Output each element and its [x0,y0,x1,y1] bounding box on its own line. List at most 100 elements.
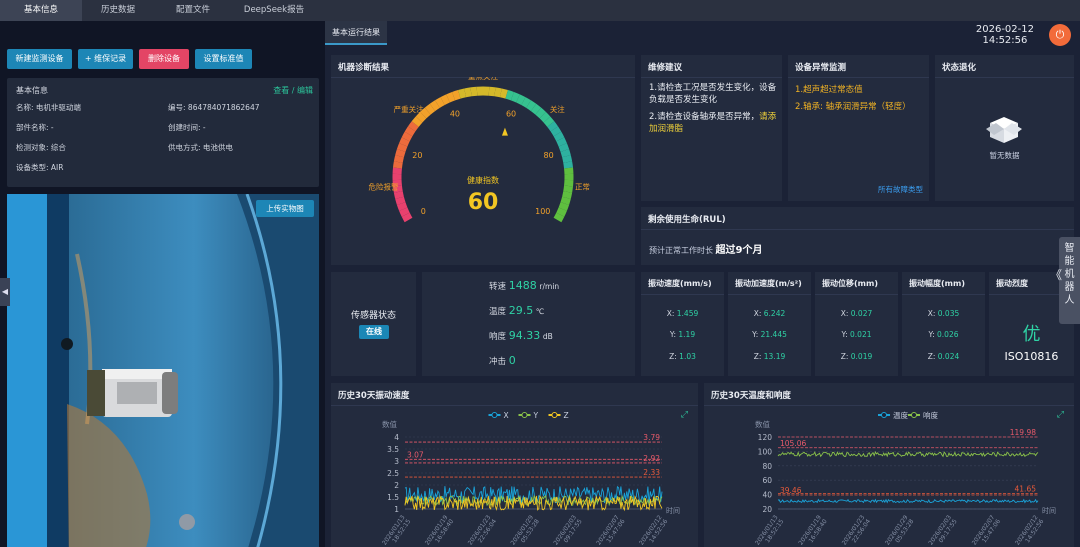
datetime-display: 2026-02-12 14:52:56 [976,24,1034,46]
y-tick-label: 1.5 [387,493,399,502]
gauge-arc-segment [395,149,406,158]
tab-history[interactable]: 历史数据 [82,0,154,21]
threshold-label: 3.79 [643,433,660,442]
collapse-left-handle[interactable]: ◀ [0,278,10,306]
gauge-tick-label: 60 [506,109,516,118]
gauge-tick-label: 80 [544,151,554,160]
gauge-arc-segment [550,126,562,137]
expand-icon[interactable]: ⤢ [1056,410,1064,420]
legend-marker [491,412,498,418]
gauge-arc-segment [558,202,570,211]
gauge-arc-segment [560,149,571,158]
threshold-label: 2.33 [643,468,660,477]
series-line-温度 [777,498,1039,504]
gauge-arc-segment [530,103,542,115]
gauge-arc-segment [470,86,478,97]
y-tick-label: 40 [762,491,772,500]
vibration-chart-title: 历史30天振动速度 [338,391,410,401]
vib-displacement-z: Z: 0.019 [840,352,873,361]
loudness-reading: 响度 94.33 dB [489,329,553,342]
legend-label: Y [533,411,539,420]
maintenance-record-button[interactable]: + 维保记录 [78,49,133,69]
vib-velocity-z: Z: 1.03 [669,352,696,361]
y-tick-label: 1 [394,505,399,514]
gauge-arc-segment [547,121,559,132]
smart-robot-tab[interactable]: 《 智 能 机 器 人 [1050,237,1080,324]
y-tick-label: 120 [758,433,773,442]
legend-marker [911,412,917,418]
top-tabs: 基本信息 历史数据 配置文件 DeepSeek报告 [0,0,1080,21]
y-tick-label: 3.5 [387,445,399,454]
tab-basic-run-result[interactable]: 基本运行结果 [325,21,387,45]
set-standard-button[interactable]: 设置标准值 [195,49,252,69]
gauge-tick-label: 20 [412,151,422,160]
y-tick-label: 100 [758,447,773,456]
gauge-arc-segment [429,100,440,112]
x-tick-label: 2026/01/1916:58:40 [797,514,828,547]
legend-label: X [504,411,509,420]
maintenance-advice-1: 1.请检查工况是否发生变化，设备负载是否发生变化 [649,83,777,105]
anomaly-item-2: 2.轴承: 轴承润滑异常（轻度） [795,102,911,112]
target-row: 检测对象: 综合 [16,143,66,152]
y-tick-label: 3 [394,457,399,466]
severity-standard: ISO10816 [1004,350,1059,363]
power-icon[interactable]: ⏻ [1049,24,1071,46]
gauge-arc-segment [435,97,445,108]
temp-loudness-chart-panel: 历史30天温度和响度 数值 时间 20 40 60 80 100 120 119.98 105.0… [704,383,1074,547]
gauge-arc-segment [510,91,520,103]
gauge-arc-segment [399,137,410,147]
vib-velocity-title: 振动速度(mm/s) [648,279,712,288]
code-row: 编号: 864784071862647 [168,103,260,112]
vib-displacement-x: X: 0.027 [840,309,873,318]
new-device-button[interactable]: 新建监测设备 [7,49,72,69]
gauge-arc-segment [562,191,573,199]
name-row: 名称: 电机非驱动端 [16,103,81,112]
x-tick-label: 2026/02/0715:47:06 [595,514,626,547]
vib-amplitude-y: Y: 0.026 [928,330,959,339]
threshold-label: 39.46 [780,486,802,495]
tab-config[interactable]: 配置文件 [154,0,232,21]
anomaly-panel: 设备异常监测 1.超声超过常态值 2.轴承: 轴承润滑异常（轻度） 所有故障类型 [788,55,929,201]
gauge-tick-label: 100 [535,207,550,216]
upload-photo-button[interactable]: 上传实物图 [256,200,314,217]
x-tick-label: 2026/01/2322:56:04 [841,514,872,547]
gauge-needle [501,127,508,136]
gauge-arc-segment [401,212,413,223]
vib-severity-title: 振动烈度 [996,279,1028,288]
online-badge: 在线 [359,325,389,339]
sensor-status-panel: 传感器状态 在线 [331,272,416,376]
y-axis-title: 数值 [382,419,397,429]
gauge-zone-label: 关注 [550,104,566,114]
tab-deepseek-report[interactable]: DeepSeek报告 [232,0,316,21]
time-text: 14:52:56 [982,35,1028,46]
threshold-label: 41.65 [1015,484,1037,493]
temp-loudness-chart: 数值时间 20 40 60 80 100 120 119.98 105.06 41.65 39.46… [754,410,1064,547]
x-tick-label: 2026/02/1214:52:56 [638,514,669,547]
all-fault-types-link[interactable]: 所有故障类型 [878,184,923,195]
diagnosis-panel: 机器诊断结果 0 20 40 60 80 100 危险报警 严重关注 重点关注关注正常 健康指数 6… [331,55,635,265]
tab-basic-info[interactable]: 基本信息 [0,0,82,21]
y-tick-label: 60 [762,476,772,485]
gauge-arc-segment [424,103,436,115]
rul-row: 预计正常工作时长 超过9个月 [649,245,763,256]
threshold-label: 105.06 [780,439,806,448]
vib-displacement-panel: 振动位移(mm) X: 0.027 Y: 0.021 Z: 0.019 [815,272,898,376]
gauge-tick-label: 40 [450,109,460,118]
vib-amplitude-x: X: 0.035 [927,309,960,318]
gauge-arc-segment [415,111,427,123]
x-axis-title: 时间 [1042,506,1056,515]
health-index-value: 60 [468,190,499,215]
vib-accel-y: Y: 21.445 [752,330,787,339]
gauge-arc-segment [499,88,508,99]
maintenance-advice-panel: 维修建议 1.请检查工况是否发生变化，设备负载是否发生变化 2.请检查设备轴承是… [641,55,782,201]
x-tick-label: 2026/01/1318:52:15 [381,514,412,547]
x-axis-title: 时间 [666,506,680,515]
vib-accel-x: X: 6.242 [753,309,786,318]
y-tick-label: 2.5 [387,469,399,478]
gauge-arc-segment [396,143,408,152]
gauge-arc-segment [539,111,551,123]
delete-device-button[interactable]: 删除设备 [139,49,189,69]
gauge-arc-segment [516,94,526,106]
view-edit-link[interactable]: 查看 / 编辑 [273,85,313,96]
expand-icon[interactable]: ⤢ [680,410,688,420]
